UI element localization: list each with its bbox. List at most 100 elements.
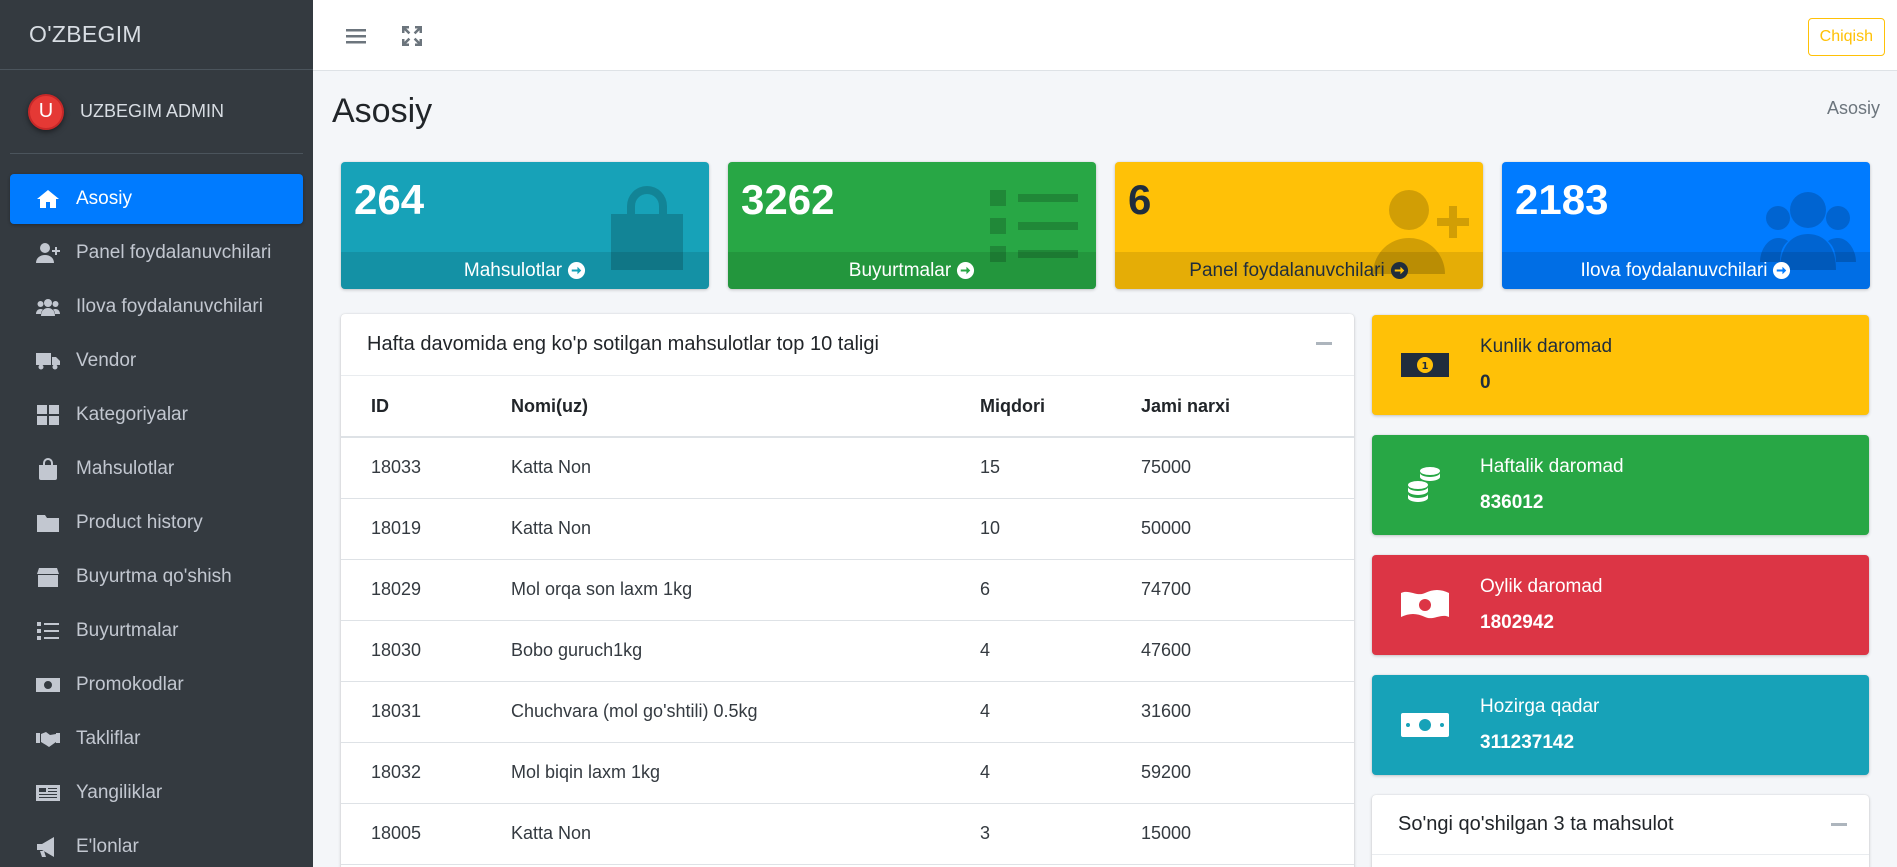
stat-value: 2183: [1515, 176, 1609, 223]
stat-link-panel-users[interactable]: Panel foydalanuvchilari: [1115, 252, 1483, 289]
cell-quantity: 4: [950, 620, 1111, 682]
avatar[interactable]: U: [28, 93, 64, 130]
sidebar-item-panel-users[interactable]: Panel foydalanuvchilari: [10, 228, 303, 278]
users-icon: [34, 295, 62, 319]
table-row[interactable]: 18031 Chuchvara (mol go'shtili) 0.5kg 4 …: [341, 681, 1354, 743]
info-box-text: Hozirga qadar 311237142: [1480, 696, 1599, 754]
breadcrumb[interactable]: Asosiy: [1827, 98, 1880, 119]
menu-toggle-button[interactable]: [342, 22, 370, 50]
cell-name: Katta Non: [481, 803, 950, 865]
user-name[interactable]: UZBEGIM ADMIN: [80, 101, 224, 122]
sidebar-item-label: Asosiy: [76, 188, 132, 209]
cell-name: Mol biqin laxm 1kg: [481, 742, 950, 804]
info-box-label: Oylik daromad: [1480, 576, 1603, 597]
stat-box-orders: 3262 Buyurtmalar: [728, 162, 1096, 289]
fullscreen-button[interactable]: [398, 22, 426, 50]
minus-icon[interactable]: [1316, 342, 1332, 345]
column-header-name[interactable]: Nomi(uz): [481, 376, 950, 438]
arrow-circle-right-icon: [567, 261, 586, 280]
sidebar-item-orders[interactable]: Buyurtmalar: [10, 606, 303, 656]
column-header-id[interactable]: ID: [341, 376, 481, 438]
sidebar: O'ZBEGIM U UZBEGIM ADMIN Asosiy Panel fo…: [0, 0, 313, 867]
money-bill-icon: [34, 673, 62, 697]
cell-id: 18031: [341, 681, 481, 743]
info-box-monthly-income: Oylik daromad 1802942: [1372, 555, 1869, 655]
info-box-label: Haftalik daromad: [1480, 456, 1624, 477]
table-row[interactable]: 18033 Katta Non 15 75000: [341, 437, 1354, 499]
stat-link-orders[interactable]: Buyurtmalar: [728, 252, 1096, 289]
sidebar-item-asosiy[interactable]: Asosiy: [10, 174, 303, 224]
column-header-total[interactable]: Jami narxi: [1111, 376, 1354, 438]
info-box-total-income: Hozirga qadar 311237142: [1372, 675, 1869, 775]
table-row[interactable]: 18030 Bobo guruch1kg 4 47600: [341, 620, 1354, 682]
sidebar-item-label: Mahsulotlar: [76, 458, 175, 479]
logout-button[interactable]: Chiqish: [1807, 18, 1885, 56]
info-box-value: 311237142: [1480, 732, 1575, 753]
sidebar-item-offers[interactable]: Takliflar: [10, 714, 303, 764]
sidebar-item-promocodes[interactable]: Promokodlar: [10, 660, 303, 710]
info-box-weekly-income: Haftalik daromad 836012: [1372, 435, 1869, 535]
arrow-circle-right-icon: [1772, 261, 1791, 280]
info-box-value: 1802942: [1480, 612, 1554, 633]
column-header-quantity[interactable]: Miqdori: [950, 376, 1111, 438]
money-bill-wave-icon: [1392, 570, 1458, 640]
sidebar-item-announcements[interactable]: E'lonlar: [10, 822, 303, 867]
sidebar-item-app-users[interactable]: Ilova foydalanuvchilari: [10, 282, 303, 332]
page-title: Asosiy: [332, 92, 433, 130]
sidebar-item-label: Promokodlar: [76, 674, 184, 695]
sidebar-item-news[interactable]: Yangiliklar: [10, 768, 303, 818]
sidebar-item-vendor[interactable]: Vendor: [10, 336, 303, 386]
card-title: Hafta davomida eng ko'p sotilgan mahsulo…: [367, 333, 879, 355]
stat-value: 6: [1128, 176, 1152, 223]
cell-quantity: 6: [950, 559, 1111, 621]
user-panel: U UZBEGIM ADMIN: [10, 70, 303, 154]
top-products-table: ID Nomi(uz) Miqdori Jami narxi 18033 Kat…: [341, 376, 1354, 865]
sidebar-item-label: Panel foydalanuvchilari: [76, 242, 272, 263]
stat-box-app-users: 2183 Ilova foydalanuvchilari: [1502, 162, 1870, 289]
cell-name: Bobo guruch1kg: [481, 620, 950, 682]
cell-id: 18033: [341, 437, 481, 499]
card-header: So'ngi qo'shilgan 3 ta mahsulot: [1372, 795, 1869, 855]
handshake-icon: [34, 727, 62, 751]
top-navbar: Chiqish: [313, 0, 1897, 71]
cell-total: 50000: [1111, 498, 1354, 560]
cell-quantity: 3: [950, 803, 1111, 865]
sidebar-item-add-order[interactable]: Buyurtma qo'shish: [10, 552, 303, 602]
cell-id: 18032: [341, 742, 481, 804]
sidebar-nav: Asosiy Panel foydalanuvchilari Ilova foy…: [0, 154, 313, 867]
stat-value: 3262: [741, 176, 835, 223]
table-row[interactable]: 18029 Mol orqa son laxm 1kg 6 74700: [341, 559, 1354, 621]
shopping-bag-icon: [34, 457, 62, 481]
sidebar-item-products[interactable]: Mahsulotlar: [10, 444, 303, 494]
brand-logo[interactable]: O'ZBEGIM: [0, 0, 313, 70]
cell-quantity: 4: [950, 681, 1111, 743]
cell-total: 75000: [1111, 437, 1354, 499]
stat-box-panel-users: 6 Panel foydalanuvchilari: [1115, 162, 1483, 289]
sidebar-item-label: Ilova foydalanuvchilari: [76, 296, 263, 317]
stat-link-label: Buyurtmalar: [848, 259, 952, 281]
table-row[interactable]: 18005 Katta Non 3 15000: [341, 803, 1354, 865]
money-bill-icon: [1392, 690, 1458, 760]
cell-name: Katta Non: [481, 437, 950, 499]
coins-icon: [1392, 450, 1458, 520]
info-box-text: Haftalik daromad 836012: [1480, 456, 1624, 514]
stat-value: 264: [354, 176, 425, 223]
cell-quantity: 10: [950, 498, 1111, 560]
sidebar-item-product-history[interactable]: Product history: [10, 498, 303, 548]
info-box-label: Kunlik daromad: [1480, 336, 1613, 357]
list-icon: [34, 619, 62, 643]
stat-link-app-users[interactable]: Ilova foydalanuvchilari: [1502, 252, 1870, 289]
cell-name: Chuchvara (mol go'shtili) 0.5kg: [481, 681, 950, 743]
table-row[interactable]: 18019 Katta Non 10 50000: [341, 498, 1354, 560]
cell-total: 15000: [1111, 803, 1354, 865]
stat-link-label: Mahsulotlar: [463, 259, 563, 281]
stat-link-products[interactable]: Mahsulotlar: [341, 252, 709, 289]
minus-icon[interactable]: [1831, 823, 1847, 826]
card-header: Hafta davomida eng ko'p sotilgan mahsulo…: [341, 314, 1354, 376]
stat-link-label: Panel foydalanuvchilari: [1189, 259, 1385, 281]
arrow-circle-right-icon: [1390, 261, 1409, 280]
sidebar-item-categories[interactable]: Kategoriyalar: [10, 390, 303, 440]
table-row[interactable]: 18032 Mol biqin laxm 1kg 4 59200: [341, 742, 1354, 804]
sidebar-item-label: Product history: [76, 512, 203, 533]
hamburger-icon: [346, 29, 366, 44]
